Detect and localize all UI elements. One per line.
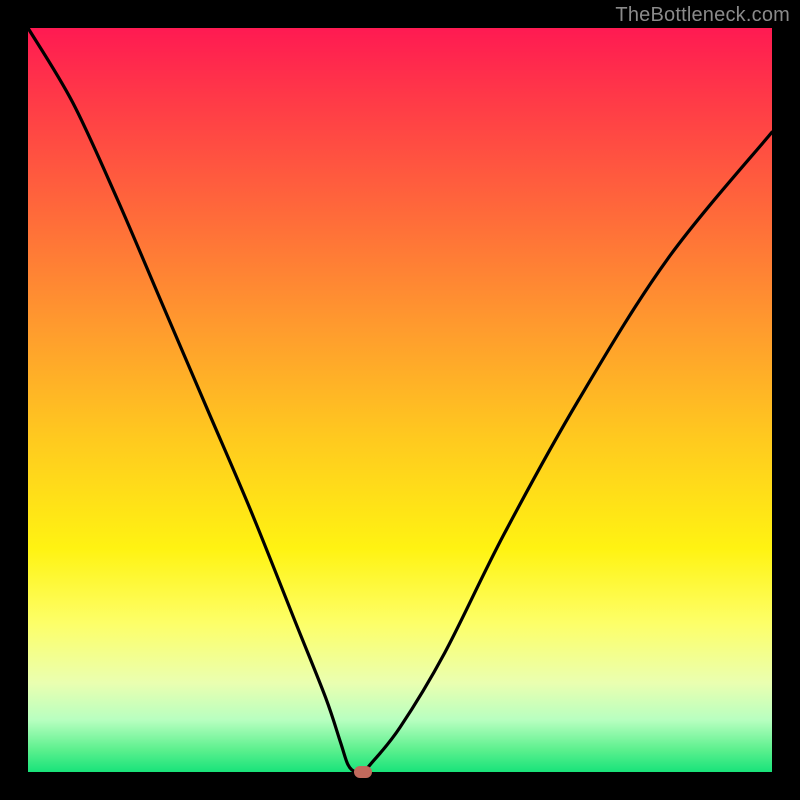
min-marker: [354, 766, 372, 778]
bottleneck-curve: [28, 28, 772, 773]
curve-svg: [28, 28, 772, 772]
plot-area: [28, 28, 772, 772]
chart-frame: TheBottleneck.com: [0, 0, 800, 800]
watermark-label: TheBottleneck.com: [615, 4, 790, 27]
